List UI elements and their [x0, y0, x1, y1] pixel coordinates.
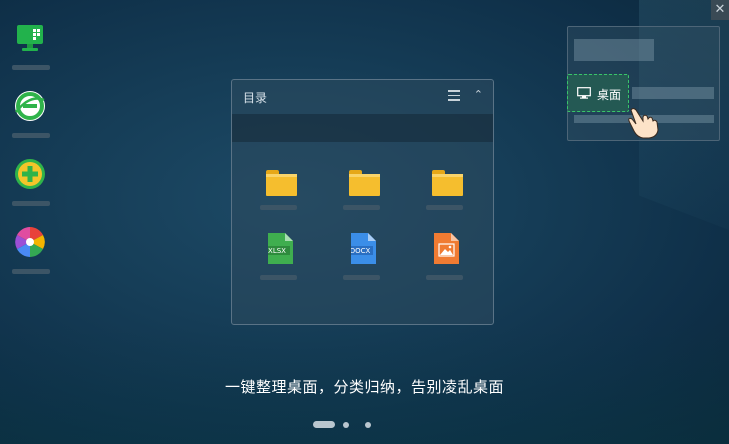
pointing-hand-icon	[628, 108, 659, 139]
desktop-chip[interactable]: 桌面	[567, 74, 629, 112]
app-label-bar	[12, 269, 50, 274]
app-column	[12, 22, 50, 294]
folder-icon	[266, 170, 297, 196]
app-item[interactable]	[12, 22, 50, 90]
close-button[interactable]: ✕	[711, 0, 729, 20]
page-dot[interactable]	[365, 422, 371, 428]
xlsx-file-icon: XLSX	[268, 233, 293, 264]
xlsx-label: XLSX	[268, 247, 286, 255]
item-label-bar	[426, 275, 463, 280]
page-dot[interactable]	[343, 422, 349, 428]
folder-icon	[349, 170, 380, 196]
directory-panel: 目录 ⌃ XLSX DOCX	[231, 79, 494, 325]
yellow-plus-app-icon	[15, 159, 45, 189]
item-label-bar	[260, 275, 297, 280]
docx-label: DOCX	[351, 247, 370, 255]
app-label-bar	[12, 201, 50, 206]
collapse-icon[interactable]: ⌃	[474, 88, 483, 101]
item-label-bar	[426, 205, 463, 210]
folder-icon	[432, 170, 463, 196]
desktop-chip-label: 桌面	[597, 88, 622, 102]
page-dot-active[interactable]	[313, 421, 335, 428]
monitor-icon	[577, 87, 591, 99]
image-file-icon	[434, 233, 459, 264]
app-label-bar	[12, 133, 50, 138]
app-item[interactable]	[12, 226, 50, 294]
green-browser-app-icon	[15, 91, 45, 121]
item-label-bar	[260, 205, 297, 210]
item-label-bar	[343, 275, 380, 280]
panel-header: 目录 ⌃	[232, 80, 493, 114]
app-label-bar	[12, 65, 50, 70]
slogan-text: 一键整理桌面，分类归纳，告别凌乱桌面	[224, 378, 504, 396]
colorful-pinwheel-app-icon	[15, 227, 45, 257]
panel-title: 目录	[243, 91, 268, 105]
item-label-bar	[343, 205, 380, 210]
app-item[interactable]	[12, 90, 50, 158]
docx-file-icon: DOCX	[351, 233, 376, 264]
menu-icon[interactable]	[448, 90, 460, 101]
green-monitor-app-icon	[17, 25, 43, 51]
app-item[interactable]	[12, 158, 50, 226]
preview-bar	[574, 39, 654, 61]
preview-bar	[632, 87, 714, 99]
panel-toolbar-strip	[232, 114, 493, 142]
